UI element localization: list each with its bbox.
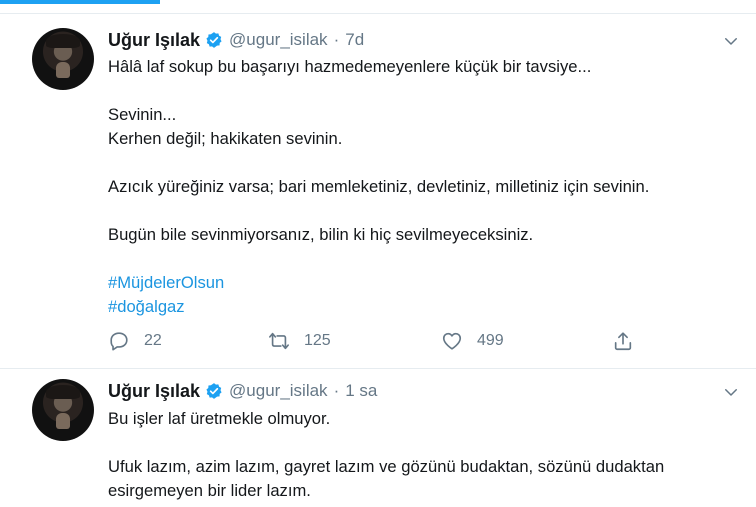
avatar-hands: [56, 413, 70, 429]
chevron-down-icon[interactable]: [722, 32, 740, 50]
retweet-icon: [269, 332, 289, 350]
share-button[interactable]: [612, 330, 634, 352]
tweet-line: Sevinin...: [108, 105, 177, 124]
hashtag-link[interactable]: #MüjdelerOlsun: [108, 271, 649, 295]
reply-count: 22: [144, 332, 162, 349]
verified-badge-icon: [206, 383, 222, 399]
active-tab-indicator: [0, 0, 160, 4]
top-border: [0, 0, 756, 14]
user-handle[interactable]: @ugur_isilak: [229, 30, 328, 50]
tweet[interactable]: Uğur Işılak @ugur_isilak · 7d Hâlâ laf s…: [0, 14, 756, 369]
tweet-text: Bu işler laf üretmekle olmuyor. Ufuk laz…: [108, 407, 664, 503]
tweet-line: Azıcık yüreğiniz varsa; bari memleketini…: [108, 177, 650, 196]
reply-button[interactable]: 22: [108, 330, 162, 352]
tweet-header: Uğur Işılak @ugur_isilak · 7d: [108, 28, 364, 52]
chevron-down-icon[interactable]: [722, 383, 740, 401]
tweet-line: Hâlâ laf sokup bu başarıyı hazmedemeyenl…: [108, 57, 592, 76]
avatar[interactable]: [32, 379, 94, 441]
separator-dot: ·: [333, 381, 340, 400]
hashtag-link[interactable]: #doğalgaz: [108, 295, 649, 319]
tweet-actions: 22 125 499: [108, 330, 648, 356]
like-icon: [442, 332, 462, 350]
verified-badge-icon: [206, 32, 222, 48]
like-button[interactable]: 499: [441, 330, 504, 352]
timestamp[interactable]: 7d: [345, 30, 364, 50]
tweet[interactable]: Uğur Işılak @ugur_isilak · 1 sa Bu işler…: [0, 369, 756, 507]
tweet-line: esirgemeyen bir lider lazım.: [108, 481, 311, 500]
display-name[interactable]: Uğur Işılak: [108, 381, 200, 402]
avatar-hands: [56, 62, 70, 78]
timestamp[interactable]: 1 sa: [345, 381, 377, 401]
tweet-line: Ufuk lazım, azim lazım, gayret lazım ve …: [108, 457, 665, 476]
reply-icon: [110, 332, 128, 351]
share-icon: [614, 332, 632, 351]
user-handle[interactable]: @ugur_isilak: [229, 381, 328, 401]
like-count: 499: [477, 332, 504, 349]
tweet-line: Bu işler laf üretmekle olmuyor.: [108, 409, 331, 428]
avatar-hair: [46, 34, 80, 48]
separator-dot: ·: [333, 30, 340, 49]
avatar-hair: [46, 385, 80, 399]
retweet-count: 125: [304, 332, 331, 349]
display-name[interactable]: Uğur Işılak: [108, 30, 200, 51]
tweet-header: Uğur Işılak @ugur_isilak · 1 sa: [108, 379, 377, 403]
avatar[interactable]: [32, 28, 94, 90]
tweet-text: Hâlâ laf sokup bu başarıyı hazmedemeyenl…: [108, 55, 649, 319]
tweet-line: Kerhen değil; hakikaten sevinin.: [108, 129, 343, 148]
tweet-line: Bugün bile sevinmiyorsanız, bilin ki hiç…: [108, 225, 534, 244]
retweet-button[interactable]: 125: [268, 330, 331, 352]
